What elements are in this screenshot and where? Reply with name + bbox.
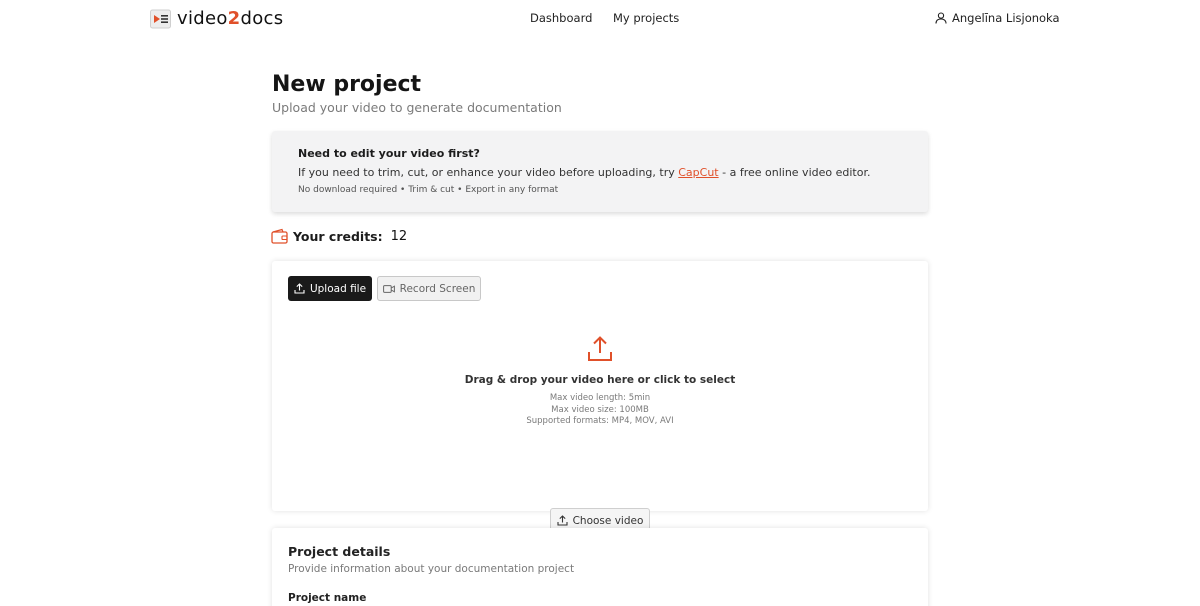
choose-video-label: Choose video — [572, 514, 644, 527]
user-name: Angelīna Lisjonoka — [952, 11, 1060, 25]
tab-upload-file[interactable]: Upload file — [288, 276, 372, 301]
banner-text-before: If you need to trim, cut, or enhance you… — [298, 166, 679, 179]
page-subtitle: Upload your video to generate documentat… — [272, 100, 562, 115]
project-details-card: Project details Provide information abou… — [272, 528, 928, 606]
page-title: New project — [272, 72, 422, 97]
logo-wordmark: video2docs — [177, 8, 284, 29]
dropzone-title: Drag & drop your video here or click to … — [464, 374, 736, 386]
max-size-text: Max video size: 100MB — [551, 405, 649, 415]
user-menu[interactable]: Angelīna Lisjonoka — [935, 11, 1060, 25]
credits-row: Your credits: 12 — [271, 228, 407, 244]
supported-formats-text: Supported formats: MP4, MOV, AVI — [526, 416, 674, 426]
video-camera-icon — [382, 284, 395, 293]
nav-my-projects[interactable]: My projects — [613, 11, 679, 25]
upload-icon — [294, 283, 305, 294]
details-title: Project details — [288, 544, 391, 559]
logo-icon — [150, 9, 171, 28]
user-icon — [935, 12, 947, 24]
wallet-icon — [271, 228, 288, 244]
max-length-text: Max video length: 5min — [549, 393, 651, 403]
video-dropzone[interactable]: Drag & drop your video here or click to … — [272, 331, 928, 533]
tab-record-screen[interactable]: Record Screen — [377, 276, 481, 301]
banner-note: No download required • Trim & cut • Expo… — [298, 185, 559, 195]
tab-record-label: Record Screen — [399, 282, 476, 295]
banner-text-after: - a free online video editor. — [718, 166, 871, 179]
nav-dashboard[interactable]: Dashboard — [530, 11, 592, 25]
details-subtitle: Provide information about your documenta… — [288, 563, 575, 575]
upload-icon — [557, 515, 568, 526]
capcut-info-banner: Need to edit your video first? If you ne… — [272, 131, 928, 212]
project-name-label: Project name — [288, 592, 367, 604]
upload-card: Upload file Record Screen Drag & drop yo… — [272, 261, 928, 533]
top-header: video2docs Dashboard My projects Angelīn… — [0, 0, 1200, 38]
capcut-link[interactable]: CapCut — [678, 166, 718, 179]
tab-upload-label: Upload file — [309, 282, 367, 295]
banner-title: Need to edit your video first? — [298, 147, 480, 160]
banner-text: If you need to trim, cut, or enhance you… — [298, 166, 870, 179]
credits-value: 12 — [390, 228, 408, 244]
upload-icon — [588, 336, 612, 361]
app-logo[interactable]: video2docs — [150, 8, 283, 29]
credits-label: Your credits: — [293, 228, 383, 244]
